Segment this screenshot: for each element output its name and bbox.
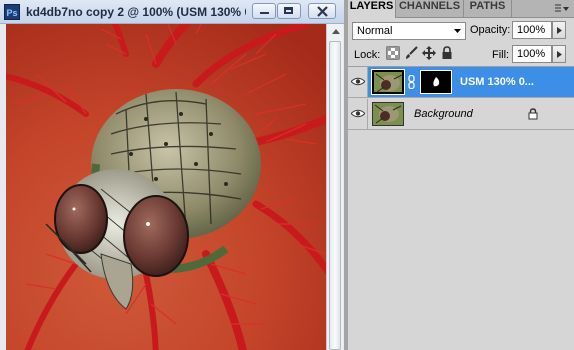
fly-photo xyxy=(6,24,326,350)
lock-icon[interactable] xyxy=(440,46,454,60)
scroll-thumb[interactable] xyxy=(329,41,341,350)
panel-menu-icon xyxy=(555,4,569,12)
tab-paths[interactable]: PATHS xyxy=(464,0,512,17)
maximize-button[interactable] xyxy=(277,3,301,19)
fly-thumbnail xyxy=(373,103,403,125)
document-title: kd4db7no copy 2 @ 100% (USM 130% 0... xyxy=(26,5,246,19)
chevron-down-icon xyxy=(454,29,461,33)
layer-mask-thumbnail[interactable] xyxy=(420,70,452,94)
blend-mode-select[interactable]: Normal xyxy=(352,22,466,40)
opacity-label: Opacity: xyxy=(470,24,511,36)
layers-list: USM 130% 0... Background xyxy=(348,67,574,350)
scroll-up-button[interactable] xyxy=(328,24,343,40)
layer-row-background[interactable]: Background xyxy=(348,99,574,130)
fill-value: 100% xyxy=(517,48,546,60)
brush-icon[interactable] xyxy=(404,46,418,60)
layer-name[interactable]: Background xyxy=(414,108,473,120)
document-window: Ps kd4db7no copy 2 @ 100% (USM 130% 0... xyxy=(0,0,344,350)
close-icon xyxy=(317,6,328,17)
maximize-icon xyxy=(284,7,293,14)
tab-layers[interactable]: LAYERS xyxy=(348,0,396,18)
photoshop-icon: Ps xyxy=(4,4,20,20)
image-canvas[interactable] xyxy=(6,24,326,350)
visibility-toggle[interactable] xyxy=(348,67,368,97)
minimize-icon xyxy=(260,12,269,14)
move-icon[interactable] xyxy=(422,46,436,60)
vertical-scrollbar[interactable] xyxy=(326,24,343,350)
panel-menu-button[interactable] xyxy=(553,2,571,15)
layer-thumbnail[interactable] xyxy=(371,69,405,95)
blend-mode-value: Normal xyxy=(357,25,393,37)
chevron-up-icon xyxy=(332,29,340,34)
layer-thumbnail[interactable] xyxy=(372,102,404,126)
chain-link-icon[interactable] xyxy=(408,75,415,89)
layers-panel: LAYERS CHANNELS PATHS Normal Opacity: 10… xyxy=(348,0,574,350)
fill-slider-button[interactable] xyxy=(552,45,566,63)
fly-thumbnail xyxy=(374,72,402,92)
fill-input[interactable]: 100% xyxy=(512,45,552,63)
close-button[interactable] xyxy=(308,3,336,19)
tab-channels[interactable]: CHANNELS xyxy=(396,0,464,17)
eye-icon xyxy=(351,109,365,118)
opacity-slider-button[interactable] xyxy=(552,21,566,39)
lock-label: Lock: xyxy=(354,49,381,61)
chevron-right-icon xyxy=(557,51,562,58)
panel-tab-bar: LAYERS CHANNELS PATHS xyxy=(348,0,574,18)
opacity-value: 100% xyxy=(517,24,546,36)
visibility-toggle[interactable] xyxy=(348,99,368,129)
document-title-bar[interactable]: Ps kd4db7no copy 2 @ 100% (USM 130% 0... xyxy=(0,0,344,24)
fill-label: Fill: xyxy=(492,49,510,61)
chevron-right-icon xyxy=(557,27,562,34)
layer-name[interactable]: USM 130% 0... xyxy=(460,76,534,88)
minimize-button[interactable] xyxy=(252,3,276,19)
lock-icon xyxy=(528,108,538,120)
lock-transparent-pixels-icon[interactable] xyxy=(386,46,400,60)
opacity-input[interactable]: 100% xyxy=(512,21,552,39)
layer-row-usm[interactable]: USM 130% 0... xyxy=(348,67,574,98)
mask-shape xyxy=(433,77,440,87)
eye-icon xyxy=(351,77,365,86)
